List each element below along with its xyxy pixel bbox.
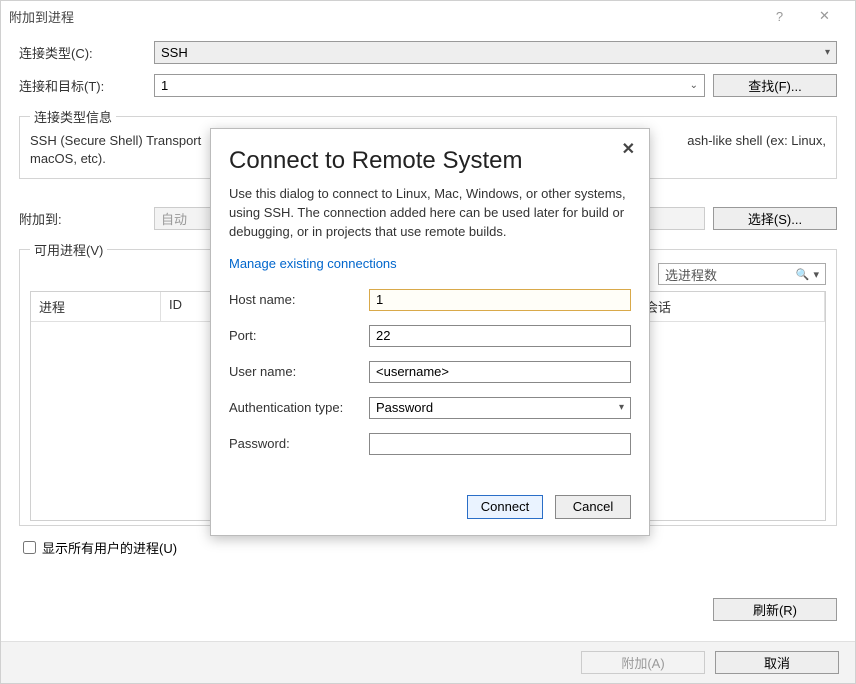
port-input[interactable] xyxy=(369,325,631,347)
modal-cancel-button[interactable]: Cancel xyxy=(555,495,631,519)
titlebar: 附加到进程 ? ✕ xyxy=(1,1,855,31)
chevron-down-icon: ▾ xyxy=(619,402,624,413)
connection-type-select[interactable]: SSH ▾ xyxy=(154,41,837,64)
manage-connections-link[interactable]: Manage existing connections xyxy=(229,256,631,271)
connection-target-combo[interactable]: 1 ⌄ xyxy=(154,74,705,97)
auth-type-label: Authentication type: xyxy=(229,400,369,415)
help-button[interactable]: ? xyxy=(757,1,802,31)
dialog-footer: 附加(A) 取消 xyxy=(1,641,855,683)
refresh-button[interactable]: 刷新(R) xyxy=(713,598,837,621)
attach-to-process-window: 附加到进程 ? ✕ 连接类型(C): SSH ▾ 连接和目标(T): 1 ⌄ xyxy=(0,0,856,684)
modal-close-button[interactable]: ✕ xyxy=(622,139,635,159)
info-text-left: SSH (Secure Shell) Transport xyxy=(30,132,201,150)
filter-processes-input[interactable]: 选进程数 🔍 ▾ xyxy=(658,263,826,285)
connect-button[interactable]: Connect xyxy=(467,495,543,519)
info-text-right: ash-like shell (ex: Linux, xyxy=(687,132,826,150)
attach-to-value: 自动 xyxy=(161,209,187,228)
modal-title: Connect to Remote System xyxy=(229,147,631,175)
auth-type-select[interactable]: Password ▾ xyxy=(369,397,631,419)
window-title: 附加到进程 xyxy=(9,7,757,26)
find-button[interactable]: 查找(F)... xyxy=(713,74,837,97)
chevron-down-icon: ▾ xyxy=(825,47,830,58)
connection-target-value: 1 xyxy=(161,78,168,93)
password-input[interactable] xyxy=(369,433,631,455)
show-all-users-checkbox[interactable] xyxy=(23,541,36,554)
modal-description: Use this dialog to connect to Linux, Mac… xyxy=(229,185,631,242)
password-label: Password: xyxy=(229,436,369,451)
connection-type-info-legend: 连接类型信息 xyxy=(30,107,116,126)
connect-remote-modal: ✕ Connect to Remote System Use this dial… xyxy=(210,128,650,536)
show-all-users-label: 显示所有用户的进程(U) xyxy=(42,538,177,557)
hostname-input[interactable] xyxy=(369,289,631,311)
column-process[interactable]: 进程 xyxy=(31,292,161,321)
filter-dropdown-icon[interactable]: ▾ xyxy=(813,268,819,281)
cancel-button[interactable]: 取消 xyxy=(715,651,839,674)
username-label: User name: xyxy=(229,364,369,379)
attach-to-label: 附加到: xyxy=(19,209,154,228)
select-button[interactable]: 选择(S)... xyxy=(713,207,837,230)
auth-type-value: Password xyxy=(376,400,433,415)
attach-button: 附加(A) xyxy=(581,651,705,674)
close-button[interactable]: ✕ xyxy=(802,1,847,31)
column-session[interactable]: 会话 xyxy=(637,292,825,321)
available-processes-legend: 可用进程(V) xyxy=(30,240,107,259)
username-input[interactable] xyxy=(369,361,631,383)
port-label: Port: xyxy=(229,328,369,343)
connection-type-label: 连接类型(C): xyxy=(19,43,154,62)
chevron-down-icon: ⌄ xyxy=(690,80,698,91)
hostname-label: Host name: xyxy=(229,292,369,307)
connection-type-value: SSH xyxy=(161,45,188,60)
connection-target-label: 连接和目标(T): xyxy=(19,76,154,95)
filter-placeholder: 选进程数 xyxy=(665,265,717,284)
search-icon: 🔍 xyxy=(796,268,810,281)
